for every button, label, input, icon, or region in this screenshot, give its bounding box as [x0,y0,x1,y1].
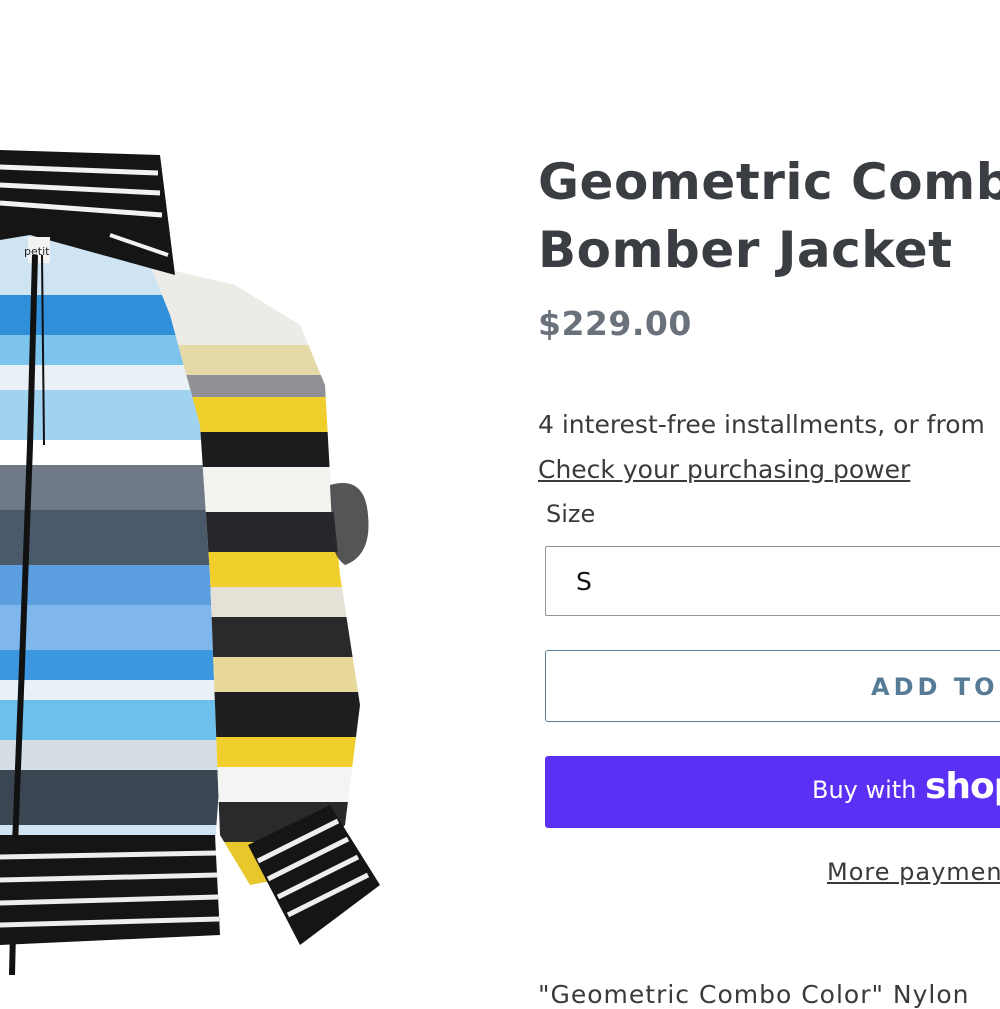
product-title: Geometric Comb Bomber Jacket [538,148,1000,284]
product-price: $229.00 [538,304,692,343]
product-description: "Geometric Combo Color" Nylon [538,980,970,1009]
buy-with-label: Buy with [812,776,917,804]
product-title-line2: Bomber Jacket [538,221,953,279]
size-label: Size [546,500,596,528]
product-image: petit [0,150,380,975]
add-to-cart-label: ADD TO C [871,673,1000,701]
size-select-value: S [576,567,592,596]
shop-pay-logo: shop [925,766,1000,807]
product-title-line1: Geometric Comb [538,153,1000,211]
brand-tag-text: petit [24,245,50,258]
more-payment-options-link[interactable]: More payment [827,858,1000,886]
add-to-cart-button[interactable]: ADD TO C [545,650,1000,722]
installments-text: 4 interest-free installments, or from [538,410,985,439]
check-purchasing-power-link[interactable]: Check your purchasing power [538,455,910,484]
size-select[interactable]: S [545,546,1000,616]
buy-with-shop-pay-button[interactable]: Buy with shop [545,756,1000,828]
